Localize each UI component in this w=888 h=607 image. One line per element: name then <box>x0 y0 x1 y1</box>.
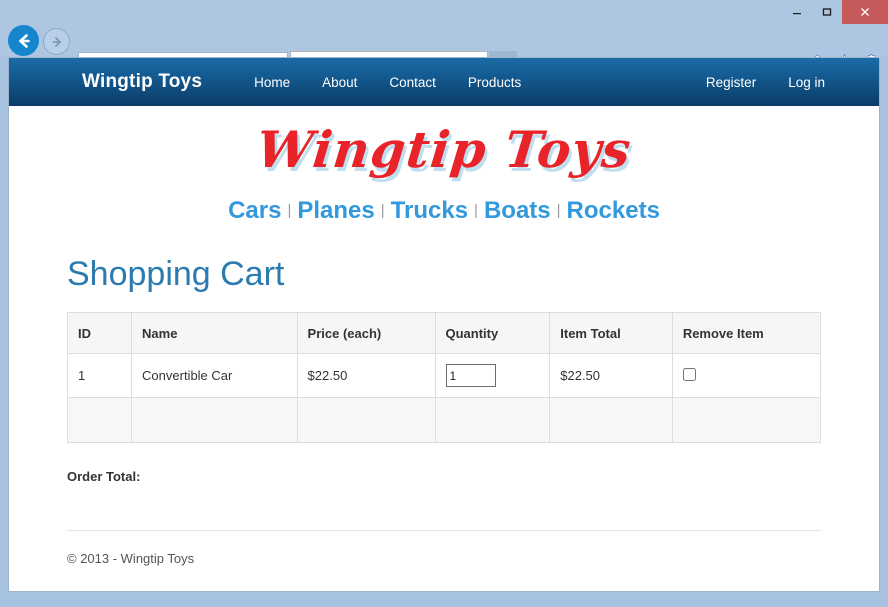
maximize-button[interactable] <box>812 0 842 24</box>
page-title: Shopping Cart <box>67 255 821 294</box>
forward-button[interactable] <box>43 28 70 55</box>
browser-window: http://localhost:24019/S <box>0 0 888 607</box>
table-row: 1 Convertible Car $22.50 $22.50 <box>68 354 821 398</box>
primary-nav: Home About Contact Products <box>238 75 537 90</box>
category-link-boats[interactable]: Boats <box>481 197 554 224</box>
cart-header-row: ID Name Price (each) Quantity Item Total… <box>68 313 821 354</box>
category-separator: | <box>554 202 564 219</box>
maximize-icon <box>821 6 833 18</box>
minimize-icon <box>791 6 803 18</box>
nav-item-register[interactable]: Register <box>690 75 772 90</box>
cell-name: Convertible Car <box>132 354 298 398</box>
back-arrow-icon <box>15 32 33 50</box>
content-container: Wingtip Toys Cars|Planes|Trucks|Boats|Ro… <box>67 106 821 566</box>
category-separator: | <box>378 202 388 219</box>
cell-empty-price <box>297 398 435 443</box>
page-body: Wingtip Toys Cars|Planes|Trucks|Boats|Ro… <box>9 106 879 592</box>
title-bar <box>0 0 888 24</box>
footer-copyright: © 2013 - Wingtip Toys <box>67 551 821 566</box>
cell-empty-item-total <box>550 398 673 443</box>
cart-table-body: 1 Convertible Car $22.50 $22.50 <box>68 354 821 443</box>
account-nav: Register Log in <box>690 75 841 90</box>
window-controls <box>782 0 888 24</box>
cell-item-total: $22.50 <box>550 354 673 398</box>
column-header-remove-item: Remove Item <box>672 313 820 354</box>
category-link-planes[interactable]: Planes <box>294 197 377 224</box>
table-row-empty <box>68 398 821 443</box>
footer-divider <box>67 530 821 531</box>
cell-id: 1 <box>68 354 132 398</box>
cell-empty-quantity <box>435 398 550 443</box>
nav-item-login[interactable]: Log in <box>772 75 841 90</box>
order-total-label: Order Total: <box>67 469 821 484</box>
category-separator: | <box>471 202 481 219</box>
site-logo: Wingtip Toys <box>67 106 821 181</box>
category-separator: | <box>284 202 294 219</box>
nav-item-contact[interactable]: Contact <box>373 75 452 90</box>
site-brand[interactable]: Wingtip Toys <box>82 71 202 93</box>
column-header-name: Name <box>132 313 298 354</box>
cell-quantity <box>435 354 550 398</box>
forward-arrow-icon <box>50 35 64 49</box>
cell-empty-name <box>132 398 298 443</box>
category-link-cars[interactable]: Cars <box>225 197 284 224</box>
back-button[interactable] <box>8 25 39 56</box>
page-viewport: Wingtip Toys Home About Contact Products… <box>8 57 880 592</box>
remove-item-checkbox[interactable] <box>683 368 696 381</box>
nav-item-products[interactable]: Products <box>452 75 537 90</box>
nav-item-home[interactable]: Home <box>238 75 306 90</box>
cell-price: $22.50 <box>297 354 435 398</box>
shopping-cart-table: ID Name Price (each) Quantity Item Total… <box>67 312 821 443</box>
site-logo-text: Wingtip Toys <box>254 120 634 179</box>
site-navbar: Wingtip Toys Home About Contact Products… <box>9 58 879 106</box>
browser-toolbar: http://localhost:24019/S <box>0 24 888 57</box>
cart-table-head: ID Name Price (each) Quantity Item Total… <box>68 313 821 354</box>
category-nav: Cars|Planes|Trucks|Boats|Rockets <box>67 181 821 231</box>
close-icon <box>859 6 871 18</box>
category-link-rockets[interactable]: Rockets <box>564 197 663 224</box>
cell-remove <box>672 354 820 398</box>
column-header-id: ID <box>68 313 132 354</box>
close-button[interactable] <box>842 0 888 24</box>
nav-item-about[interactable]: About <box>306 75 373 90</box>
cell-empty-id <box>68 398 132 443</box>
column-header-price: Price (each) <box>297 313 435 354</box>
cell-empty-remove <box>672 398 820 443</box>
column-header-item-total: Item Total <box>550 313 673 354</box>
category-link-trucks[interactable]: Trucks <box>388 197 471 224</box>
column-header-quantity: Quantity <box>435 313 550 354</box>
minimize-button[interactable] <box>782 0 812 24</box>
quantity-input[interactable] <box>446 364 496 387</box>
